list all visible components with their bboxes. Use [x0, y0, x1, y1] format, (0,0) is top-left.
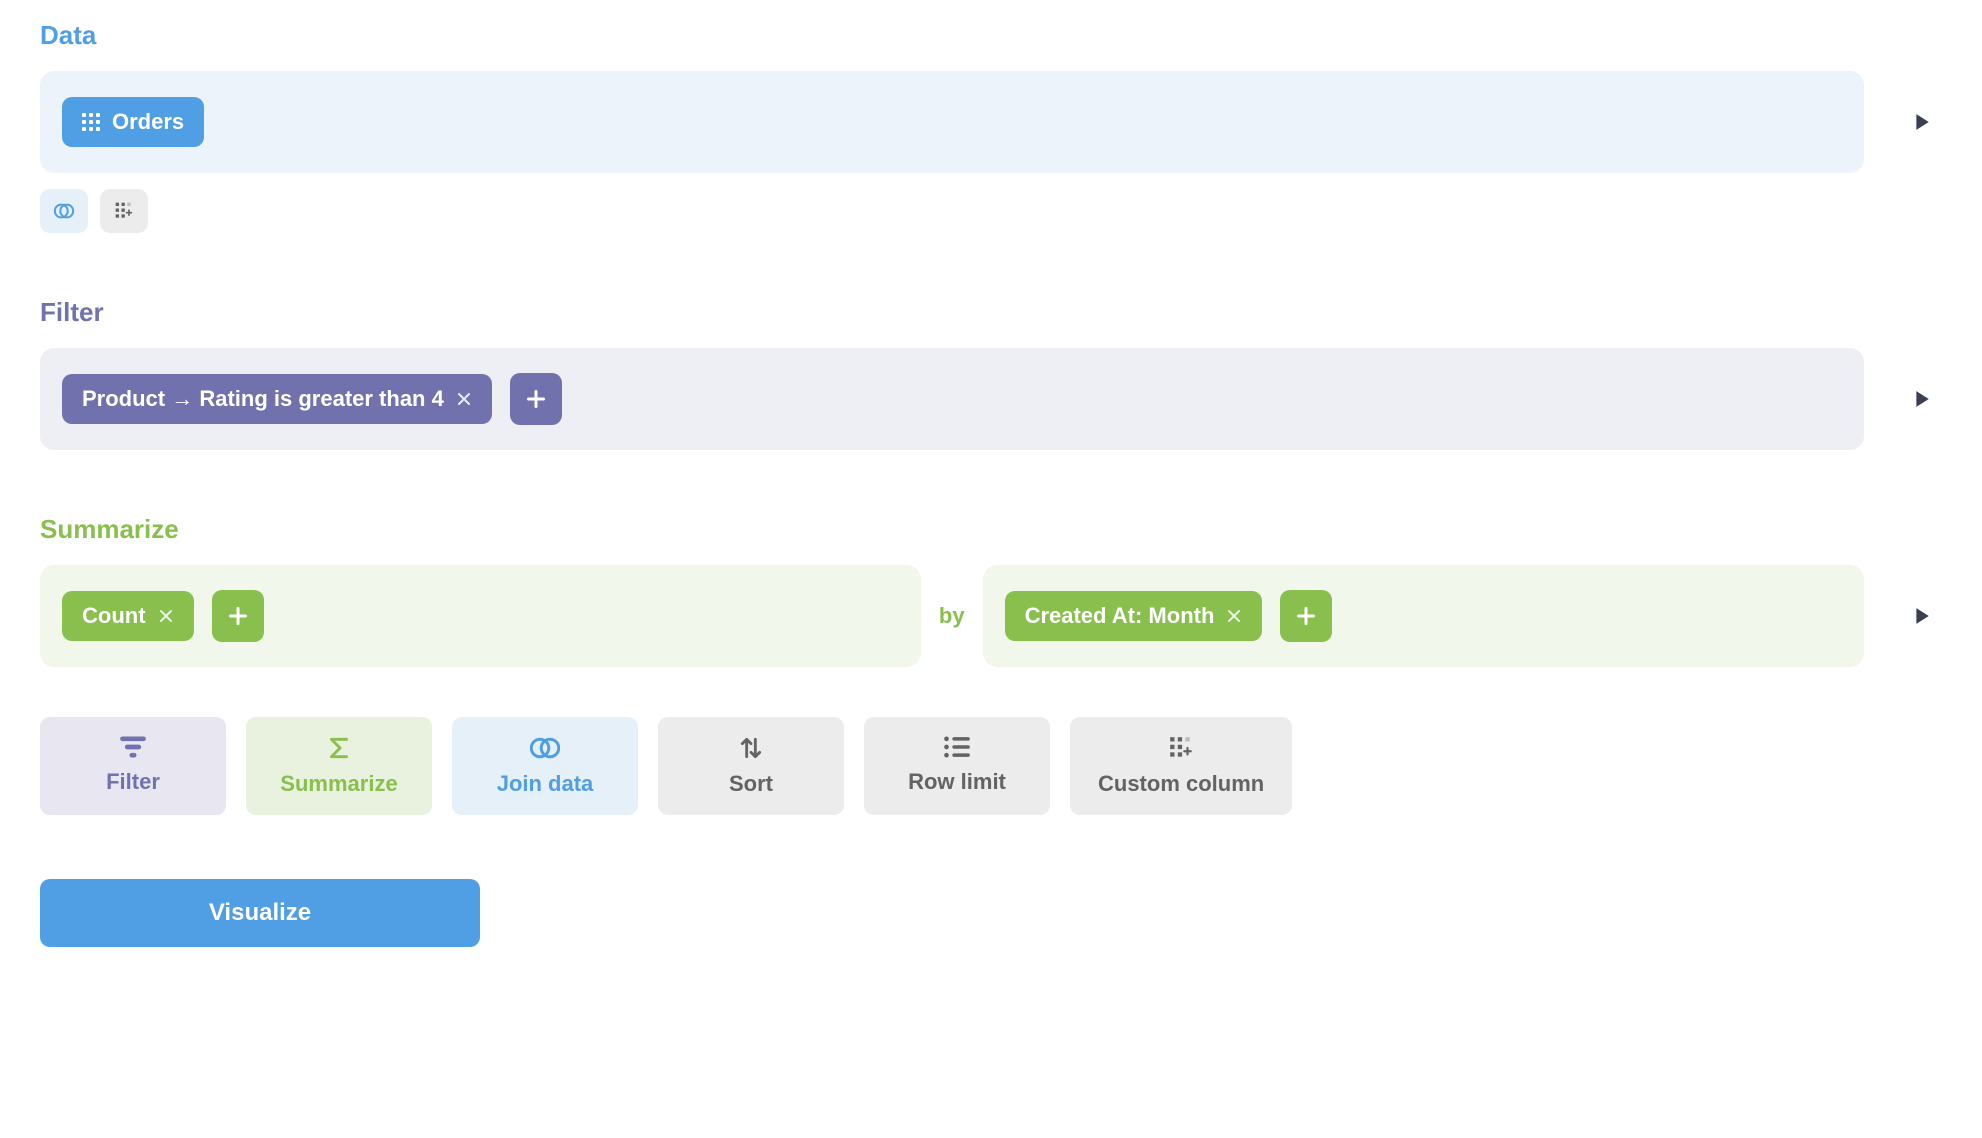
grouping-label: Created At: Month — [1025, 605, 1215, 627]
filter-section-title: Filter — [40, 297, 1942, 328]
close-icon — [158, 608, 174, 624]
visualize-button[interactable]: Visualize — [40, 879, 480, 947]
action-join-label: Join data — [497, 771, 594, 797]
custom-column-shortcut[interactable] — [100, 189, 148, 233]
filter-chip-remove[interactable] — [456, 391, 472, 407]
play-icon — [1913, 113, 1931, 131]
filter-chip-label: Product → Rating is greater than 4 — [82, 388, 444, 410]
action-row-limit-label: Row limit — [908, 769, 1006, 795]
close-icon — [1226, 608, 1242, 624]
plus-icon — [1296, 606, 1316, 626]
action-summarize-label: Summarize — [280, 771, 397, 797]
action-filter[interactable]: Filter — [40, 717, 226, 815]
add-grouping-button[interactable] — [1280, 590, 1332, 642]
aggregation-label: Count — [82, 605, 146, 627]
filter-chip[interactable]: Product → Rating is greater than 4 — [62, 374, 492, 424]
action-sort[interactable]: Sort — [658, 717, 844, 815]
grouping-chip[interactable]: Created At: Month — [1005, 591, 1263, 641]
list-icon — [943, 735, 971, 759]
plus-icon — [526, 389, 546, 409]
filter-run-button[interactable] — [1902, 379, 1942, 419]
grouping-panel: Created At: Month — [983, 565, 1864, 667]
join-icon — [53, 200, 75, 222]
aggregation-remove[interactable] — [158, 608, 174, 624]
data-section: Data Orders — [40, 20, 1942, 233]
close-icon — [456, 391, 472, 407]
action-summarize[interactable]: Summarize — [246, 717, 432, 815]
data-section-title: Data — [40, 20, 1942, 51]
action-row-limit[interactable]: Row limit — [864, 717, 1050, 815]
custom-column-icon — [114, 201, 134, 221]
aggregation-panel: Count — [40, 565, 921, 667]
play-icon — [1913, 390, 1931, 408]
add-aggregation-button[interactable] — [212, 590, 264, 642]
action-join[interactable]: Join data — [452, 717, 638, 815]
summarize-section-title: Summarize — [40, 514, 1942, 545]
aggregation-chip[interactable]: Count — [62, 591, 194, 641]
action-sort-label: Sort — [729, 771, 773, 797]
play-icon — [1913, 607, 1931, 625]
summarize-run-button[interactable] — [1902, 596, 1942, 636]
grouping-remove[interactable] — [1226, 608, 1242, 624]
data-panel: Orders — [40, 71, 1864, 173]
visualize-button-label: Visualize — [209, 899, 311, 927]
filter-icon — [119, 735, 147, 759]
table-grid-icon — [82, 113, 100, 131]
data-source-chip[interactable]: Orders — [62, 97, 204, 147]
sort-icon — [738, 735, 764, 761]
action-filter-label: Filter — [106, 769, 160, 795]
plus-icon — [228, 606, 248, 626]
join-icon — [530, 735, 560, 761]
data-run-button[interactable] — [1902, 102, 1942, 142]
action-custom-column[interactable]: Custom column — [1070, 717, 1292, 815]
sigma-icon — [326, 735, 352, 761]
by-label: by — [939, 603, 965, 629]
data-source-label: Orders — [112, 111, 184, 133]
action-cards: Filter Summarize Join data Sort R — [40, 717, 1942, 815]
filter-panel: Product → Rating is greater than 4 — [40, 348, 1864, 450]
add-filter-button[interactable] — [510, 373, 562, 425]
summarize-section: Summarize Count by Created At: Month — [40, 514, 1942, 667]
filter-section: Filter Product → Rating is greater than … — [40, 297, 1942, 450]
action-custom-column-label: Custom column — [1098, 771, 1264, 797]
custom-column-icon — [1168, 735, 1194, 761]
join-data-shortcut[interactable] — [40, 189, 88, 233]
